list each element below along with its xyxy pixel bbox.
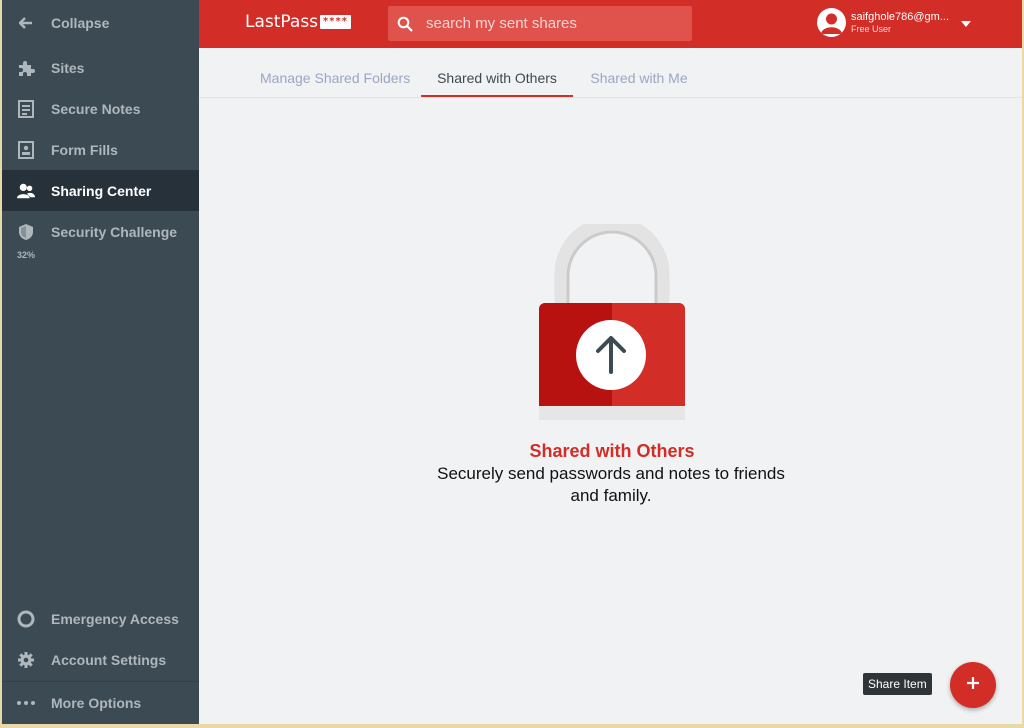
sidebar-item-label: Security Challenge — [51, 223, 178, 240]
tab-shared-with-me[interactable]: Shared with Me — [589, 70, 689, 97]
lifebuoy-icon — [17, 610, 35, 628]
shield-icon — [17, 223, 35, 241]
sidebar-item-emergency-access[interactable]: Emergency Access — [2, 598, 199, 639]
sidebar-item-secure-notes[interactable]: Secure Notes — [2, 88, 199, 129]
sidebar-item-label: More Options — [51, 694, 142, 711]
empty-state-description: Securely send passwords and notes to fri… — [437, 464, 785, 505]
collapse-label: Collapse — [51, 14, 110, 31]
more-dots-icon — [17, 694, 35, 712]
sidebar-item-label: Emergency Access — [51, 610, 179, 627]
user-menu[interactable]: saifghole786@gm... Free User — [817, 8, 972, 37]
plus-icon — [966, 676, 980, 695]
sidebar-item-sharing-center[interactable]: Sharing Center — [2, 170, 199, 211]
search-box[interactable] — [388, 6, 692, 41]
shared-lock-illustration — [538, 216, 686, 427]
user-plan: Free User — [851, 24, 892, 34]
sidebar-item-label: Secure Notes — [51, 100, 141, 117]
share-item-button[interactable] — [950, 662, 996, 708]
tab-shared-with-others[interactable]: Shared with Others — [421, 70, 573, 97]
people-icon — [17, 182, 35, 200]
sidebar-item-form-fills[interactable]: Form Fills — [2, 129, 199, 170]
share-item-tooltip: Share Item — [863, 673, 932, 695]
arrow-left-icon — [17, 14, 35, 32]
avatar — [817, 8, 846, 37]
sidebar-item-label: Form Fills — [51, 141, 118, 158]
sidebar: Collapse Sites Secure Notes Form Fills S — [2, 0, 199, 724]
sidebar-item-account-settings[interactable]: Account Settings — [2, 639, 199, 680]
puzzle-icon — [17, 59, 35, 77]
sidebar-item-security-challenge[interactable]: Security Challenge — [2, 211, 199, 252]
security-score: 32% — [17, 250, 36, 260]
empty-state-title: Shared with Others — [529, 441, 695, 461]
id-card-icon — [17, 140, 35, 159]
collapse-button[interactable]: Collapse — [2, 2, 199, 43]
logo-text: LastPass — [245, 12, 319, 32]
logo-stars: **** — [320, 15, 351, 29]
app-window: Collapse Sites Secure Notes Form Fills S — [2, 0, 1022, 724]
sidebar-item-label: Account Settings — [51, 651, 167, 668]
sidebar-item-sites[interactable]: Sites — [2, 47, 199, 88]
tab-bar: Manage Shared Folders Shared with Others… — [199, 48, 1022, 98]
tab-manage-shared-folders[interactable]: Manage Shared Folders — [260, 70, 410, 97]
sidebar-item-label: Sharing Center — [51, 182, 152, 199]
lastpass-logo[interactable]: LastPass **** — [245, 12, 351, 32]
top-bar: LastPass **** saifghole786@gm... Free Us… — [199, 0, 1022, 48]
gear-icon — [17, 651, 35, 669]
search-icon — [397, 16, 413, 32]
note-icon — [17, 99, 35, 118]
sidebar-item-more-options[interactable]: More Options — [2, 682, 199, 723]
search-input[interactable] — [426, 15, 676, 32]
user-email: saifghole786@gm... — [851, 11, 950, 23]
chevron-down-icon[interactable] — [961, 14, 972, 32]
sidebar-item-label: Sites — [51, 59, 85, 76]
